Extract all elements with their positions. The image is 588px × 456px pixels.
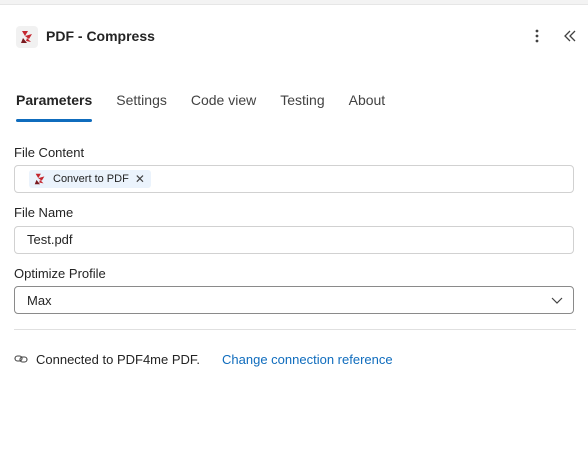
close-icon[interactable]: ✕ (135, 172, 145, 186)
connection-status: Connected to PDF4me PDF. (36, 351, 201, 367)
file-content-token[interactable]: Convert to PDF ✕ (29, 170, 151, 188)
tab-testing[interactable]: Testing (280, 92, 324, 122)
page-title: PDF - Compress (46, 28, 155, 44)
tab-code-view[interactable]: Code view (191, 92, 256, 122)
panel-header: PDF - Compress (0, 4, 588, 60)
connection-row: Connected to PDF4me PDF. Change connecti… (14, 350, 393, 368)
optimize-profile-select[interactable]: Max (14, 286, 574, 314)
tab-settings[interactable]: Settings (116, 92, 167, 122)
tab-bar: Parameters Settings Code view Testing Ab… (16, 92, 409, 122)
optimize-profile-label: Optimize Profile (14, 266, 106, 281)
pdf4me-icon (33, 172, 47, 186)
file-name-input[interactable]: Test.pdf (14, 226, 574, 254)
change-connection-link[interactable]: Change connection reference (222, 352, 393, 367)
token-label: Convert to PDF (53, 173, 129, 185)
link-icon (14, 352, 28, 366)
divider (14, 329, 576, 330)
optimize-profile-value: Max (27, 293, 52, 308)
more-vertical-icon[interactable] (528, 26, 546, 46)
tab-about[interactable]: About (349, 92, 386, 122)
file-name-label: File Name (14, 205, 74, 220)
pdf4me-icon (16, 26, 38, 48)
file-content-field[interactable]: Convert to PDF ✕ (14, 165, 574, 193)
chevron-down-icon (551, 293, 563, 305)
file-name-value: Test.pdf (27, 232, 73, 247)
tab-parameters[interactable]: Parameters (16, 92, 93, 122)
double-chevron-left-icon[interactable] (560, 26, 580, 46)
file-content-label: File Content (14, 145, 85, 160)
